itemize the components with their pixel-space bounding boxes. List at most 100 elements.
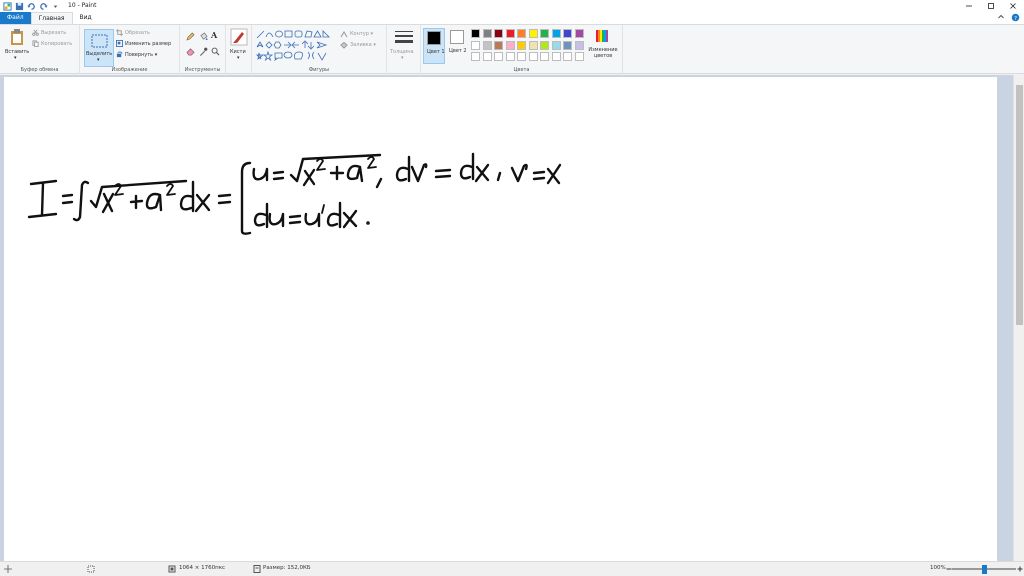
quick-access-toolbar [0, 0, 60, 12]
tools-group-label: Инструменты [184, 67, 221, 73]
resize-button[interactable]: Изменить размер [125, 41, 171, 47]
color2-button[interactable]: Цвет 2 [447, 28, 467, 64]
color-swatch[interactable] [482, 29, 492, 38]
color-swatch[interactable] [563, 40, 572, 50]
eraser-icon[interactable] [186, 47, 195, 56]
equals6-stroke [288, 214, 302, 225]
paste-dropdown-icon[interactable]: ▾ [14, 55, 17, 61]
outline-button[interactable]: Контур ▾ [350, 31, 373, 37]
color-swatch[interactable] [540, 29, 549, 38]
tools-group: A Инструменты [180, 25, 226, 74]
crop-button[interactable]: Обрезать [125, 30, 150, 36]
exp-2b-stroke [166, 183, 176, 196]
color-swatch[interactable] [505, 52, 515, 61]
close-button[interactable] [1002, 0, 1024, 12]
color-swatch[interactable] [471, 52, 480, 61]
svg-text:?: ? [1014, 16, 1017, 22]
color-swatch[interactable] [482, 52, 492, 61]
edit-colors-icon[interactable] [595, 29, 609, 43]
color-swatch[interactable] [551, 52, 561, 61]
color-swatch[interactable] [505, 29, 515, 38]
letter-I-stroke [27, 179, 58, 219]
color-swatch[interactable] [574, 52, 584, 61]
color-swatch[interactable] [551, 29, 561, 38]
copy-icon [32, 40, 39, 47]
color-swatch[interactable] [540, 52, 549, 61]
cut-button[interactable]: Вырезать [41, 30, 66, 36]
copy-button[interactable]: Копировать [41, 41, 72, 47]
shapes-gallery[interactable] [256, 29, 338, 61]
color-swatch[interactable] [517, 29, 526, 38]
brushes-group: Кисти ▾ [226, 25, 252, 74]
exp-2c-stroke [316, 158, 326, 171]
color-swatch[interactable] [551, 40, 561, 50]
pencil-icon[interactable] [186, 32, 195, 41]
size-lines-icon[interactable] [394, 30, 414, 44]
zoom-slider-thumb[interactable] [982, 565, 987, 574]
image-group: Выделить ▾ Обрезать Изменить размер Пове… [80, 25, 180, 74]
image-group-label: Изображение [111, 67, 148, 73]
file-size: Размер: 152,0КБ [263, 565, 311, 571]
window-controls [958, 0, 1024, 12]
rotate-button[interactable]: Повернуть ▾ [125, 52, 157, 58]
v2-stroke [510, 163, 528, 183]
brush-icon[interactable] [230, 28, 248, 46]
image-dimensions: 1064 × 1760пкс [179, 565, 226, 571]
color-swatch[interactable] [563, 29, 572, 38]
d-stroke [179, 180, 195, 213]
color-swatch[interactable] [574, 29, 584, 38]
zoom-in-icon[interactable] [1017, 566, 1023, 572]
maximize-button[interactable] [980, 0, 1002, 12]
save-icon[interactable] [15, 2, 24, 11]
customize-toolbar-icon[interactable] [51, 2, 60, 11]
color-swatch[interactable] [528, 40, 538, 50]
color-swatch[interactable] [471, 40, 480, 50]
a-stroke [145, 192, 163, 212]
tab-view[interactable]: Вид [73, 12, 99, 24]
colors-group-label: Цвета [513, 67, 530, 73]
fill-bucket-icon[interactable] [199, 32, 208, 41]
color-picker-icon[interactable] [199, 47, 208, 56]
equals-stroke [61, 193, 74, 205]
color-swatch[interactable] [528, 52, 538, 61]
redo-icon[interactable] [39, 2, 48, 11]
fill-button[interactable]: Заливка ▾ [350, 42, 376, 48]
shapes-group-label: Фигуры [308, 67, 330, 73]
u2-stroke [268, 212, 285, 228]
select-button[interactable]: Выделить ▾ [84, 29, 114, 67]
tab-home[interactable]: Главная [30, 12, 73, 24]
tab-file[interactable]: Файл [0, 12, 31, 24]
select-dropdown-icon: ▾ [97, 57, 100, 63]
color1-label: Цвет 1 [427, 49, 445, 55]
drawing-canvas[interactable] [4, 77, 997, 561]
color-swatch[interactable] [528, 29, 538, 38]
paste-icon[interactable] [8, 28, 26, 46]
text-tool-icon[interactable]: A [211, 30, 217, 40]
collapse-ribbon-icon[interactable] [997, 13, 1005, 21]
magnifier-icon[interactable] [211, 47, 220, 56]
color-swatch[interactable] [574, 40, 584, 50]
vertical-scrollbar[interactable] [1013, 75, 1024, 561]
size-dropdown-icon[interactable]: ▾ [401, 55, 404, 61]
color-swatch[interactable] [505, 40, 515, 50]
color-swatch[interactable] [563, 52, 572, 61]
color-swatch[interactable] [517, 40, 526, 50]
help-icon[interactable]: ? [1011, 13, 1020, 22]
color-swatch[interactable] [494, 29, 503, 38]
title-bar: 10 - Paint [0, 0, 1024, 12]
brushes-dropdown-icon[interactable]: ▾ [237, 55, 240, 61]
color1-button[interactable]: Цвет 1 [423, 28, 445, 64]
shapes-group: Контур ▾ Заливка ▾ Фигуры [252, 25, 387, 74]
scrollbar-thumb[interactable] [1016, 85, 1023, 325]
color-swatch[interactable] [517, 52, 526, 61]
color-swatch[interactable] [494, 52, 503, 61]
minimize-button[interactable] [958, 0, 980, 12]
color-swatch[interactable] [471, 29, 480, 38]
paste-button[interactable]: Вставить [5, 49, 29, 55]
color-swatch[interactable] [494, 40, 503, 50]
color-swatch[interactable] [540, 40, 549, 50]
color-swatch[interactable] [482, 40, 492, 50]
undo-icon[interactable] [27, 2, 36, 11]
edit-colors-button[interactable]: Изменение цветов [585, 47, 621, 59]
window-title: 10 - Paint [68, 2, 97, 9]
